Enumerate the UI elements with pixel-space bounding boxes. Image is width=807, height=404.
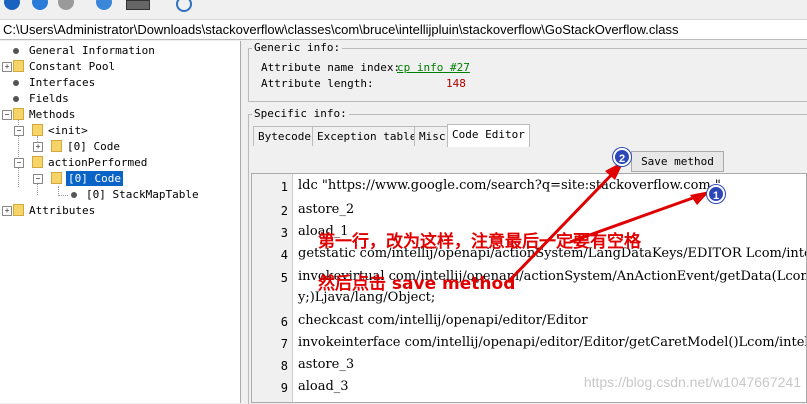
annotation-arrows bbox=[506, 161, 710, 284]
step-badge-1: 1 bbox=[707, 185, 725, 203]
annotation-note-1: 第一行，改为这样，注意最后一定要有空格 bbox=[318, 232, 641, 252]
annotation-note-2: 然后点击 save method bbox=[318, 274, 516, 294]
watermark: https://blog.csdn.net/w1047667241 bbox=[583, 374, 801, 390]
step-badge-2: 2 bbox=[613, 148, 631, 166]
arrow-line-2 bbox=[506, 166, 620, 284]
